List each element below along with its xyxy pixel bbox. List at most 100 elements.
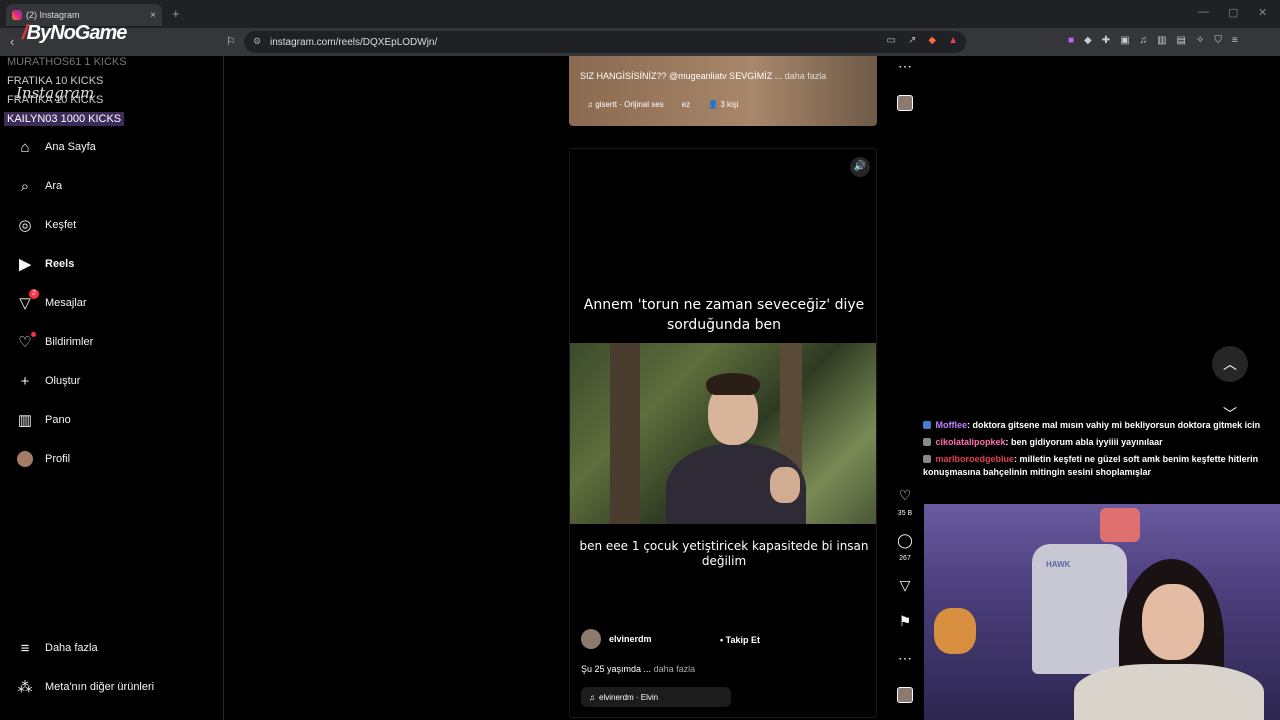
instagram-sidebar: ⌂ Ana Sayfa ⌕ Ara ◎ Keşfet ▶ Reels ▽ 2 Me… — [0, 56, 224, 720]
sidebar-item-search[interactable]: ⌕ Ara — [16, 177, 62, 195]
sidebar-item-label: Profil — [45, 453, 71, 465]
sidebar-item-label: Keşfet — [45, 219, 77, 231]
kick-alert-line: MURATHOS61 1 KICKS — [7, 56, 127, 68]
search-icon: ⌕ — [20, 177, 30, 195]
reel-caption-top: Annem 'torun ne zaman seveceğiz' diye so… — [583, 297, 865, 333]
tagged-people[interactable]: 👤 3 kişi — [708, 100, 738, 109]
more-link[interactable]: daha fazla — [654, 664, 696, 674]
leo-icon[interactable]: ✧ — [1196, 35, 1204, 46]
extension-purple-icon[interactable]: ■ — [1068, 35, 1074, 46]
sidebar-item-label: Pano — [45, 414, 71, 426]
sidebar-item-label: Ana Sayfa — [45, 141, 96, 153]
sidebar-item-label: Daha fazla — [45, 642, 98, 654]
compass-icon: ◎ — [18, 217, 32, 234]
reel-audio[interactable]: ♫ elvinerdm · Elvin — [581, 687, 731, 707]
chat-username: Mofflee — [935, 420, 968, 430]
speaker-icon[interactable]: 🔊 — [850, 157, 870, 177]
sidebar-item-notifications[interactable]: ♡ Bildirimler — [16, 332, 94, 351]
previous-reel-button[interactable]: ︿ — [1212, 346, 1248, 382]
reel-player[interactable]: 🔊 Annem 'torun ne zaman seveceğiz' diye … — [569, 148, 877, 718]
music-note-icon: ♫ — [589, 692, 595, 702]
wallet-icon[interactable]: ▤ — [1177, 35, 1186, 46]
more-options-icon[interactable]: ⋯ — [893, 650, 917, 667]
maximize-button[interactable]: ▢ — [1228, 6, 1238, 19]
video-person-hair — [706, 373, 760, 395]
plus-icon: + — [20, 372, 30, 390]
chat-message: Mofflee: doktora gitsene mal mısın vahiy… — [923, 419, 1280, 432]
vpn-icon[interactable]: ⛉ — [1214, 35, 1222, 46]
webcam-plush-toy — [934, 608, 976, 654]
messenger-icon: ▽ 2 — [16, 289, 39, 312]
reel-description: Şu 25 yaşımda ... daha fazla — [581, 664, 696, 674]
webcam-feed: HAWK — [924, 504, 1280, 720]
brave-shield-icon[interactable]: ◆ — [928, 35, 936, 46]
reel-video-frame[interactable] — [570, 343, 876, 524]
instagram-wordmark[interactable]: Instagram — [16, 84, 94, 102]
new-tab-button[interactable]: + — [172, 6, 180, 21]
webcam-lamp — [1100, 508, 1140, 542]
home-icon: ⌂ — [20, 138, 30, 156]
sidebar-item-home[interactable]: ⌂ Ana Sayfa — [16, 138, 96, 156]
menu-icon[interactable]: ≡ — [1232, 35, 1238, 46]
audio-thumb[interactable] — [897, 687, 913, 703]
webcam-chair: HAWK — [1032, 544, 1127, 674]
sidebar-item-messages[interactable]: ▽ 2 Mesajlar — [16, 289, 87, 312]
chat-text: : doktora gitsene mal mısın vahiy mi bek… — [967, 420, 1261, 430]
screenshot-icon[interactable]: ▣ — [1120, 35, 1129, 46]
comment-count: 267 — [899, 555, 911, 562]
sidebar-item-dashboard[interactable]: ▥ Pano — [16, 411, 71, 429]
close-window-button[interactable]: ✕ — [1258, 6, 1267, 19]
share-icon[interactable]: ↗ — [908, 35, 916, 46]
sidebar-item-reels[interactable]: ▶ Reels — [16, 255, 74, 273]
dashboard-icon: ▥ — [17, 412, 33, 429]
sidebar-item-profile[interactable]: Profil — [16, 450, 70, 468]
previous-reel-card[interactable]: SIZ HANGİSİSİNİZ?? @mugeanliatv SEVGİMİZ… — [569, 56, 877, 126]
author-username[interactable]: elvinerdm — [609, 634, 652, 644]
sidebar-item-label: Meta'nın diğer ürünleri — [45, 681, 155, 693]
more-options-icon[interactable]: ⋯ — [893, 58, 917, 75]
chat-badge-icon — [923, 438, 931, 446]
save-icon[interactable]: ⚑ — [893, 613, 917, 630]
previous-reel-audio[interactable]: ♫ gisertt · Orijinal ses — [587, 100, 664, 109]
more-link[interactable]: daha fazla — [785, 71, 827, 81]
share-icon[interactable]: ▽ — [893, 577, 917, 594]
video-person-hand — [770, 467, 800, 503]
tab-close-icon[interactable]: × — [150, 10, 156, 21]
avatar — [17, 451, 33, 467]
webcam-person-face — [1142, 584, 1204, 660]
minimize-button[interactable]: — — [1198, 6, 1209, 18]
chat-badge-icon — [923, 421, 931, 429]
rewards-icon[interactable]: ▲ — [948, 35, 958, 46]
reel-author[interactable]: elvinerdm — [581, 629, 652, 649]
browser-titlebar: (2) Instagram × + — ▢ ✕ — [0, 0, 1280, 28]
sidebar-item-explore[interactable]: ◎ Keşfet — [16, 216, 76, 234]
bookmark-icon[interactable]: ⚐ — [226, 35, 236, 48]
puzzle-icon[interactable]: ✚ — [1102, 35, 1110, 46]
sidebar-item-meta-products[interactable]: ⁂ Meta'nın diğer ürünleri — [16, 678, 155, 696]
reel-caption-bottom: ben eee 1 çocuk yetiştiricek kapasitede … — [579, 539, 869, 568]
reels-icon: ▶ — [19, 256, 31, 273]
site-info-icon[interactable]: ⚙ — [253, 36, 261, 47]
browser-toolbar: ‹ ⚐ ⚙ instagram.com/reels/DQXEpLODWjn/ ▭… — [0, 28, 1280, 56]
chat-message: marlboroedgeblue: milletin keşfeti ne gü… — [923, 453, 1280, 479]
back-arrow-icon[interactable]: ‹ — [10, 34, 14, 49]
extension-diamond-icon[interactable]: ◆ — [1084, 35, 1092, 46]
sidebar-item-more[interactable]: ≡ Daha fazla — [16, 639, 98, 657]
music-icon[interactable]: ♫ — [1140, 35, 1148, 46]
chat-message: cikolatalipopkek: ben gidiyorum abla iyy… — [923, 436, 1280, 449]
comment-icon[interactable]: ◯ — [893, 532, 917, 549]
like-icon[interactable]: ♡ — [893, 487, 917, 504]
follow-button[interactable]: • Takip Et — [720, 635, 760, 645]
install-icon[interactable]: ▭ — [887, 35, 896, 46]
sidebar-icon[interactable]: ▥ — [1157, 35, 1166, 46]
sidebar-item-create[interactable]: + Oluştur — [16, 372, 81, 390]
address-bar[interactable]: ⚙ instagram.com/reels/DQXEpLODWjn/ ▭ ↗ ◆… — [244, 31, 966, 53]
stream-chat: Mofflee: doktora gitsene mal mısın vahiy… — [923, 419, 1280, 483]
sidebar-item-label: Bildirimler — [45, 336, 94, 348]
reel-audio-label: elvinerdm · Elvin — [599, 692, 659, 702]
instagram-favicon-icon — [12, 10, 22, 20]
avatar[interactable] — [581, 629, 601, 649]
previous-audio-thumb[interactable] — [897, 95, 913, 111]
bynogame-logo: /ByNoGame — [22, 22, 127, 44]
chair-logo: HAWK — [1046, 560, 1071, 569]
